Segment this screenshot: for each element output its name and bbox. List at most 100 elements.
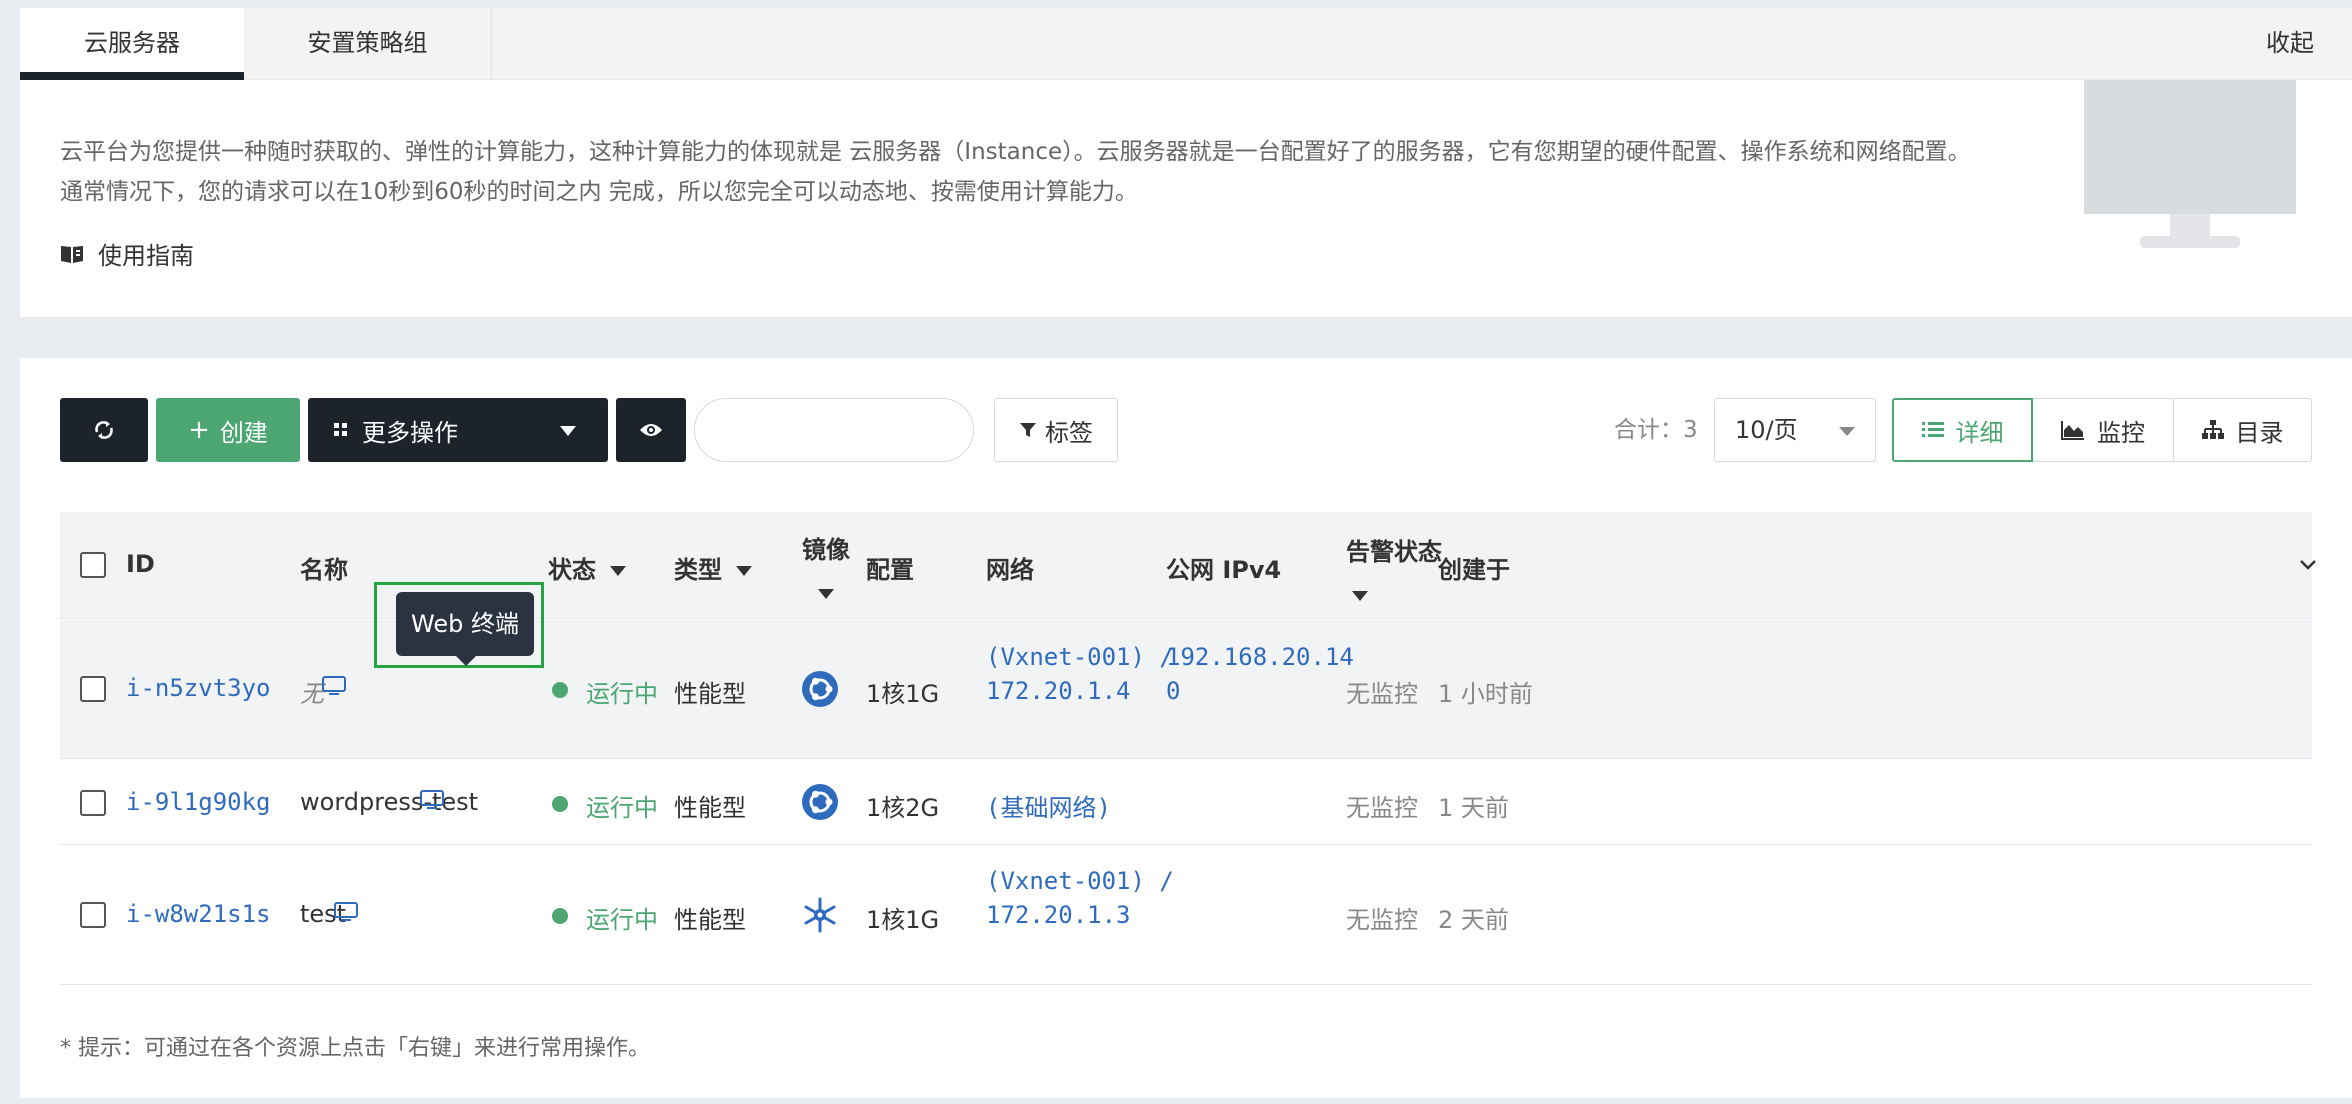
created-time: 2 天前 (1438, 906, 1509, 934)
page-size-value: 10/页 (1735, 416, 1798, 444)
instance-id-link[interactable]: i-9l1g90kg (126, 788, 271, 816)
tab-placement-groups[interactable]: 安置策略组 (244, 8, 492, 79)
area-chart-icon (2061, 421, 2084, 440)
col-status[interactable]: 状态 (548, 550, 626, 585)
instance-type: 性能型 (674, 794, 746, 822)
instance-name: wordpress-test (300, 788, 479, 816)
view-detail-button[interactable]: 详细 (1892, 398, 2033, 462)
tag-filter-button[interactable]: 标签 (994, 398, 1118, 462)
view-monitor-label: 监控 (2097, 418, 2145, 447)
created-time: 1 天前 (1438, 794, 1509, 822)
refresh-icon (95, 421, 113, 439)
tab-instances[interactable]: 云服务器 (20, 8, 244, 80)
more-actions-dropdown[interactable]: 更多操作 (308, 398, 608, 462)
status-dot (552, 796, 568, 812)
filter-caret-icon (736, 566, 752, 576)
status-text: 运行中 (586, 906, 658, 934)
network-link[interactable]: (Vxnet-001) / 172.20.1.4 (986, 640, 1174, 708)
usage-hint: * 提示：可通过在各个资源上点击「右键」来进行常用操作。 (60, 1036, 650, 1061)
total-count: 合计：3 (1614, 417, 1698, 443)
col-alarm-label: 告警状态 (1346, 538, 1442, 566)
table-row[interactable]: i-w8w21s1s test 运行中 性能型 1核1G (Vxnet-001)… (60, 846, 2312, 985)
status-text: 运行中 (586, 794, 658, 822)
instance-config: 1核1G (866, 680, 940, 708)
more-actions-label: 更多操作 (362, 418, 458, 447)
instance-id-link[interactable]: i-w8w21s1s (126, 900, 271, 928)
col-status-label: 状态 (548, 556, 596, 584)
filter-caret-icon (610, 566, 626, 576)
instance-type: 性能型 (674, 680, 746, 708)
created-time: 1 小时前 (1438, 680, 1533, 708)
col-created: 创建于 (1438, 556, 1510, 584)
row-checkbox[interactable] (80, 902, 106, 928)
caret-down-icon (1839, 427, 1855, 436)
web-terminal-icon[interactable] (334, 902, 358, 922)
web-terminal-icon[interactable] (420, 790, 444, 810)
col-image-label: 镜像 (802, 536, 850, 564)
filter-caret-icon (818, 589, 834, 599)
plus-icon: + (188, 415, 210, 445)
instance-config: 1核1G (866, 906, 940, 934)
col-config: 配置 (866, 556, 914, 584)
instance-name: 无 (300, 680, 324, 708)
public-ip-line: 0 (1166, 677, 1181, 705)
filter-icon (1020, 423, 1036, 437)
grid-icon (334, 423, 347, 436)
col-id: ID (126, 550, 155, 578)
col-alarm[interactable]: 告警状态 (1346, 532, 1442, 609)
view-catalog-label: 目录 (2235, 418, 2284, 447)
tag-label: 标签 (1045, 418, 1093, 447)
row-checkbox[interactable] (80, 790, 106, 816)
search-input[interactable] (694, 398, 974, 462)
view-switcher: 详细 监控 目录 (1892, 398, 2312, 462)
network-line: (Vxnet-001) / (986, 643, 1174, 671)
web-terminal-icon[interactable] (322, 676, 346, 696)
alarm-status: 无监控 (1346, 906, 1418, 934)
col-image[interactable]: 镜像 (802, 530, 850, 607)
status-dot (552, 908, 568, 924)
alarm-status: 无监控 (1346, 794, 1418, 822)
view-catalog-button[interactable]: 目录 (2174, 398, 2312, 462)
instance-type: 性能型 (674, 906, 746, 934)
status-dot (552, 682, 568, 698)
monitor-illustration (2084, 80, 2296, 248)
user-guide-link[interactable]: 使用指南 (60, 236, 194, 271)
network-ip: 172.20.1.3 (986, 901, 1131, 929)
refresh-button[interactable] (60, 398, 148, 462)
view-monitor-button[interactable]: 监控 (2033, 398, 2174, 462)
col-type[interactable]: 类型 (674, 550, 752, 585)
table-row[interactable]: i-9l1g90kg wordpress-test 运行中 性能型 1核2G (… (60, 760, 2312, 845)
instances-panel: + 创建 更多操作 标签 合计：3 10/页 详细 监控 目录 ID 名称 状态… (20, 358, 2352, 1098)
intro-panel: 云服务器 安置策略组 收起 云平台为您提供一种随时获取的、弹性的计算能力，这种计… (20, 8, 2352, 317)
instance-id-link[interactable]: i-n5zvt3yo (126, 674, 271, 702)
create-button[interactable]: + 创建 (156, 398, 300, 462)
sitemap-icon (2201, 420, 2224, 439)
book-icon (61, 245, 83, 263)
row-checkbox[interactable] (80, 676, 106, 702)
filter-caret-icon (1352, 591, 1368, 601)
col-network: 网络 (986, 556, 1034, 584)
col-name: 名称 (300, 556, 348, 584)
public-ip-line: 192.168.20.14 (1166, 643, 1354, 671)
eye-icon (640, 424, 662, 436)
chevron-down-icon[interactable] (2300, 560, 2316, 570)
web-terminal-tooltip: Web 终端 (396, 592, 534, 666)
network-link[interactable]: (Vxnet-001) / 172.20.1.3 (986, 864, 1174, 932)
tab-bar: 云服务器 安置策略组 收起 (20, 8, 2352, 80)
view-detail-label: 详细 (1955, 418, 2004, 447)
col-type-label: 类型 (674, 556, 722, 584)
intro-text: 云平台为您提供一种随时获取的、弹性的计算能力，这种计算能力的体现就是 云服务器（… (60, 139, 1971, 205)
toggle-visibility-button[interactable] (616, 398, 686, 462)
snowflake-icon (804, 897, 836, 933)
select-all-checkbox[interactable] (80, 552, 106, 578)
caret-down-icon (560, 426, 576, 436)
list-icon (1921, 422, 1944, 437)
network-line: (Vxnet-001) / (986, 867, 1174, 895)
page-size-select[interactable]: 10/页 (1714, 398, 1876, 462)
public-ip-link[interactable]: 192.168.20.14 0 (1166, 640, 1354, 708)
ubuntu-icon (802, 784, 838, 820)
user-guide-label: 使用指南 (98, 242, 194, 270)
network-link[interactable]: (基础网络) (986, 788, 1111, 823)
collapse-button[interactable]: 收起 (2266, 8, 2314, 79)
network-ip: 172.20.1.4 (986, 677, 1131, 705)
